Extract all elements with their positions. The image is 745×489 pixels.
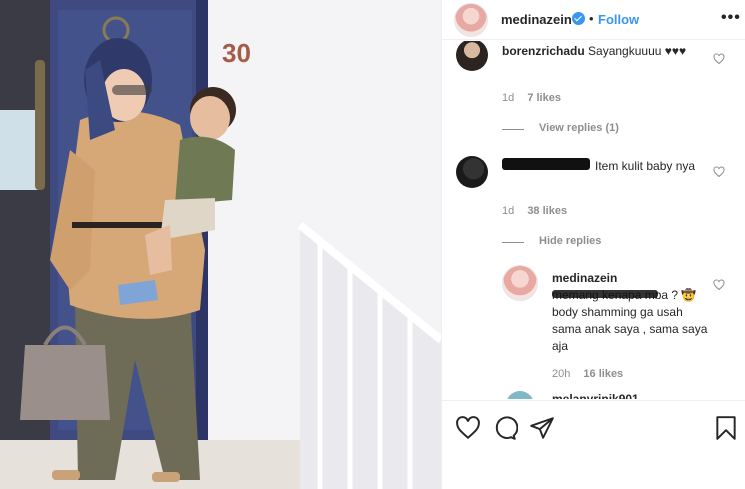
comment-likes[interactable]: 7 likes [527, 92, 561, 104]
comment-username[interactable]: melanyrinik901 [552, 392, 639, 399]
reply-username[interactable]: medinazein [552, 271, 617, 285]
post-photo[interactable]: 30 [0, 0, 441, 489]
author-avatar[interactable] [454, 3, 488, 37]
comment-body: Item kulit baby nya [595, 159, 696, 173]
comment-text: borenzrichadu Sayangkuuuu ♥♥♥ [502, 43, 718, 60]
commenter-avatar[interactable] [506, 391, 534, 399]
bookmark-icon[interactable] [713, 415, 739, 441]
hide-replies-button[interactable]: Hide replies [539, 235, 601, 247]
post-header: medinazein • Follow ••• [442, 0, 745, 40]
follow-button[interactable]: Follow [598, 12, 639, 27]
comment-like-heart-icon[interactable] [713, 166, 725, 178]
comment-like-heart-icon[interactable] [713, 53, 725, 65]
reply-meta: 20h 16 likes [552, 368, 633, 380]
comment-text: Item kulit baby nya [502, 158, 718, 175]
commenter-avatar[interactable] [456, 156, 488, 188]
post-actions-bar [442, 400, 745, 489]
comment-meta: 1d 38 likes [502, 205, 577, 217]
commenter-avatar[interactable] [456, 41, 488, 71]
comment-icon[interactable] [492, 415, 518, 441]
thread-divider [502, 242, 524, 243]
door-number: 30 [222, 38, 251, 68]
comment-meta: 1d 7 likes [502, 92, 571, 104]
comment-body: Sayangkuuuu ♥♥♥ [588, 44, 687, 58]
reply-avatar[interactable] [502, 265, 538, 301]
thread-divider [502, 129, 524, 130]
header-separator: • [589, 11, 594, 26]
author-username[interactable]: medinazein [501, 12, 572, 27]
redacted-mention [552, 290, 658, 298]
comment-username[interactable]: borenzrichadu [502, 44, 585, 58]
comment-time: 1d [502, 92, 515, 104]
comment-text: melanyrinik901 [552, 391, 712, 399]
reply-text: medinazein memang kenapa mba ? 🤠 body sh… [552, 270, 712, 355]
view-replies-button[interactable]: View replies (1) [539, 122, 619, 134]
comments-list[interactable]: borenzrichadu Sayangkuuuu ♥♥♥ 1d 7 likes… [442, 41, 745, 399]
comment-time: 1d [502, 205, 515, 217]
reply-likes[interactable]: 16 likes [583, 368, 623, 380]
more-options-icon[interactable]: ••• [721, 9, 741, 27]
share-icon[interactable] [529, 415, 555, 441]
comment-likes[interactable]: 38 likes [527, 205, 567, 217]
post-image: 30 [0, 0, 441, 489]
reply-like-heart-icon[interactable] [713, 279, 725, 291]
post-sidebar: medinazein • Follow ••• borenzrichadu Sa… [441, 0, 745, 489]
verified-badge-icon [572, 12, 585, 25]
heart-icon[interactable] [455, 415, 481, 441]
reply-time: 20h [552, 368, 571, 380]
